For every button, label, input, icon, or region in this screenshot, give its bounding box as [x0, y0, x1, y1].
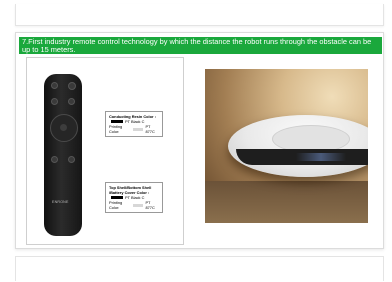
- remote-left-function-button: [51, 156, 58, 163]
- top-card: [15, 4, 384, 26]
- remote-ok-button: [60, 124, 67, 131]
- shell-printing-label: Printing Color:: [109, 200, 123, 210]
- robot-vacuum-image: [228, 115, 368, 177]
- remote-image-frame: ENRONE Conducting Resin Color : PT Black…: [26, 57, 184, 245]
- remote-control-image: ENRONE: [44, 74, 82, 236]
- printing-color-row: Printing Color: PT 877C: [109, 124, 159, 134]
- black-swatch: [111, 120, 123, 123]
- printing-color-label: Printing Color:: [109, 124, 123, 134]
- feature-banner: 7.First industry remote control technolo…: [19, 37, 382, 54]
- gray-swatch: [132, 203, 144, 207]
- gray-swatch: [132, 127, 144, 131]
- black-swatch: [111, 196, 123, 199]
- brand-logo: ENRONE: [52, 200, 69, 204]
- banner-text: 7.First industry remote control technolo…: [22, 37, 372, 54]
- resin-color-label: Conducting Resin Color : PT Black C Prin…: [105, 111, 163, 137]
- remote-dpad: [50, 114, 78, 142]
- shell-printing-value: PT 877C: [145, 200, 155, 210]
- floor-surface: [205, 181, 368, 223]
- robot-vacuum-photo: [205, 69, 368, 223]
- shell-color-label: Top Shell/Bottom Shell /Battery Cover Co…: [105, 182, 163, 213]
- remote-mode-button: [68, 82, 76, 90]
- remote-spot-button: [68, 98, 75, 105]
- robot-sensor-window: [296, 153, 346, 161]
- printing-color-value: PT 877C: [145, 124, 155, 134]
- remote-right-function-button: [68, 156, 75, 163]
- robot-bumper: [236, 149, 368, 165]
- remote-home-button: [51, 98, 58, 105]
- shell-printing-row: Printing Color: PT 877C: [109, 200, 159, 210]
- bottom-card: [15, 256, 384, 281]
- remote-power-button: [51, 82, 58, 89]
